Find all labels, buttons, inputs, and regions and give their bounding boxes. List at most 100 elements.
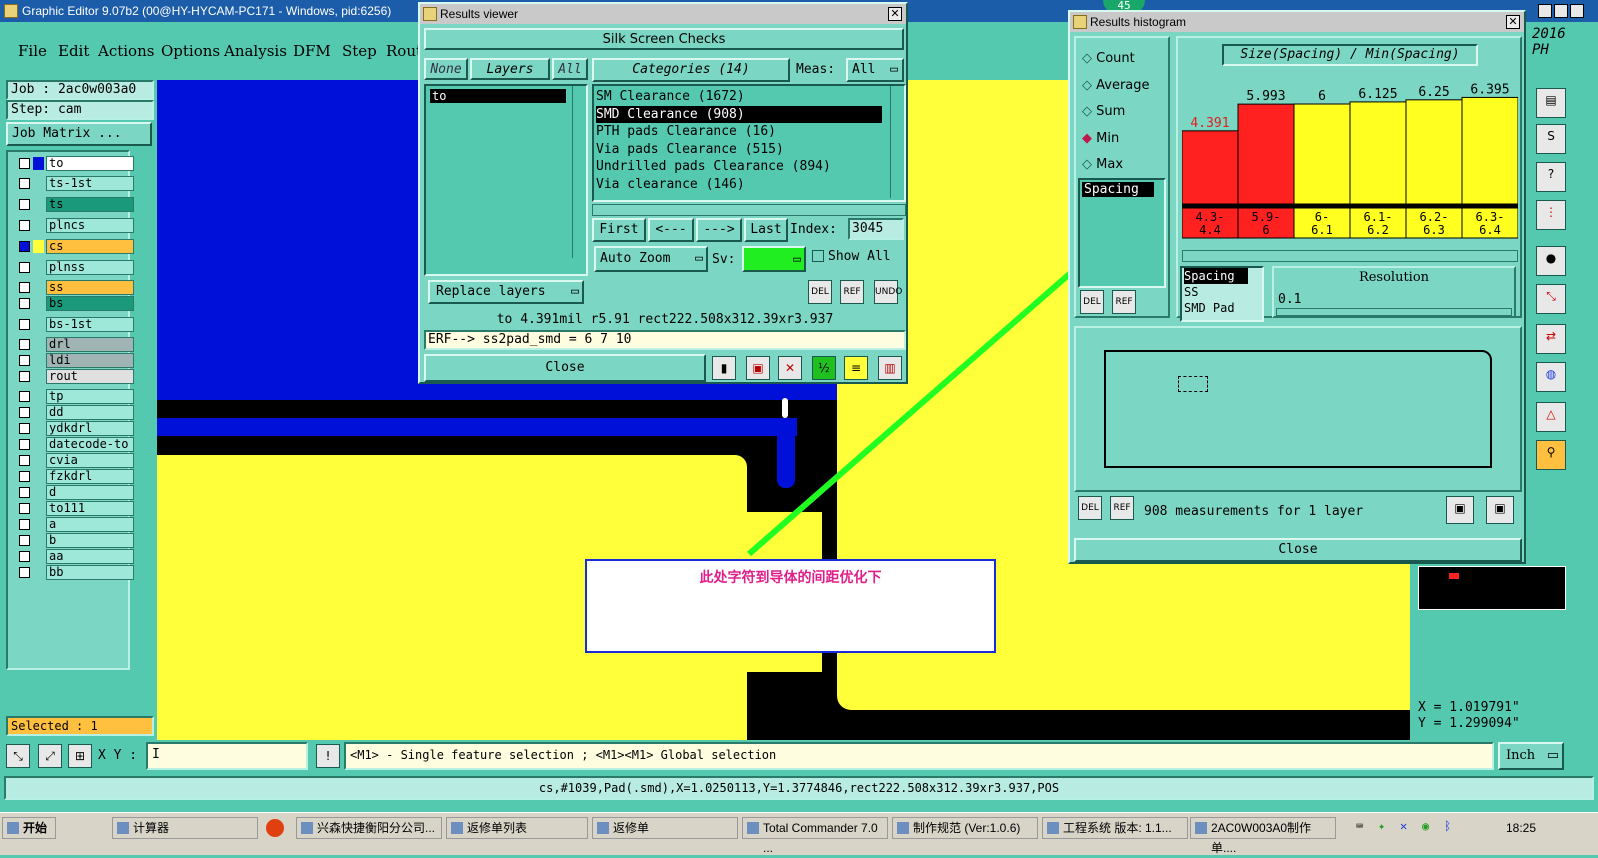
layer-item[interactable]: plncs bbox=[16, 218, 134, 233]
triangle-icon[interactable]: △ bbox=[1536, 402, 1566, 432]
list-item[interactable]: PTH pads Clearance (16) bbox=[596, 123, 882, 141]
del-icon[interactable]: DEL bbox=[1080, 290, 1104, 314]
menu-dfm[interactable]: DFM bbox=[293, 42, 331, 60]
list-item[interactable]: SS bbox=[1184, 284, 1262, 300]
snap-icon[interactable]: S bbox=[1536, 124, 1566, 154]
job-matrix-button[interactable]: Job Matrix ... bbox=[6, 122, 152, 146]
close-icon[interactable]: ✕ bbox=[1506, 15, 1520, 29]
list-item[interactable]: SM Clearance (1672) bbox=[596, 88, 882, 106]
del-icon[interactable]: DEL bbox=[808, 280, 832, 304]
layer-item[interactable]: plnss bbox=[16, 260, 134, 275]
list-item-selected[interactable]: Spacing bbox=[1184, 268, 1248, 284]
warning-icon[interactable]: ! bbox=[316, 744, 340, 768]
histogram-bar[interactable] bbox=[1461, 96, 1518, 205]
next-button[interactable]: ---> bbox=[696, 218, 742, 242]
layers-button[interactable]: Layers bbox=[470, 58, 550, 80]
prev-button[interactable]: <--- bbox=[648, 218, 694, 242]
close-button[interactable]: Close bbox=[424, 354, 706, 382]
horizontal-scrollbar[interactable] bbox=[592, 204, 906, 216]
list-item[interactable]: to bbox=[430, 89, 566, 103]
sv-color-dropdown[interactable]: ▭ bbox=[742, 246, 806, 272]
menu-actions[interactable]: Actions bbox=[98, 42, 154, 60]
mini-map[interactable] bbox=[1418, 566, 1566, 610]
taskbar-item[interactable]: Total Commander 7.0 ... bbox=[742, 817, 888, 855]
mode-option-sum[interactable]: ◇ Sum bbox=[1082, 99, 1150, 126]
layer-item[interactable]: datecode-to bbox=[16, 437, 134, 452]
layer-item[interactable]: to111 bbox=[16, 501, 134, 516]
chrome-icon[interactable] bbox=[266, 819, 284, 837]
layer-item[interactable]: to bbox=[16, 156, 134, 171]
auto-zoom-dropdown[interactable]: Auto Zoom ▭ bbox=[594, 246, 708, 272]
mode-option-average[interactable]: ◇ Average bbox=[1082, 73, 1150, 100]
index-input[interactable]: 3045 bbox=[848, 218, 904, 240]
layer-item[interactable]: d bbox=[16, 485, 134, 500]
layer-item[interactable]: ldi bbox=[16, 353, 134, 368]
type-list[interactable]: Spacing SS SMD Pad bbox=[1180, 266, 1264, 322]
taskbar-item[interactable]: 计算器 bbox=[112, 817, 258, 839]
ref-icon[interactable]: REF bbox=[1110, 496, 1134, 520]
histogram-bar[interactable] bbox=[1405, 99, 1463, 205]
histogram-bar[interactable] bbox=[1182, 130, 1239, 205]
taskbar-item[interactable]: 2AC0W003A0制作单.... bbox=[1190, 817, 1336, 855]
horizontal-scrollbar[interactable] bbox=[1182, 250, 1518, 262]
grid-toggle-icon[interactable]: ⊞ bbox=[68, 744, 92, 768]
flip-icon[interactable]: ⇄ bbox=[1536, 324, 1566, 354]
xy-input[interactable]: I bbox=[146, 742, 308, 770]
taskbar-item[interactable]: 返修单 bbox=[592, 817, 738, 839]
menu-step[interactable]: Step bbox=[342, 42, 377, 60]
histogram-icon[interactable]: ▥ bbox=[878, 356, 902, 380]
measure-icon[interactable]: ⤡ bbox=[1536, 284, 1566, 314]
histogram-bar[interactable] bbox=[1237, 103, 1295, 205]
layer-item[interactable]: tp bbox=[16, 389, 134, 404]
layer-item[interactable]: ts bbox=[16, 197, 134, 212]
layer-item[interactable]: dd bbox=[16, 405, 134, 420]
undo-icon[interactable]: UNDO bbox=[874, 280, 902, 304]
histogram-bar[interactable] bbox=[1349, 101, 1407, 205]
layer-item[interactable]: b bbox=[16, 533, 134, 548]
delete-cross-icon[interactable]: ✕ bbox=[778, 356, 802, 380]
list-item[interactable]: Via pads Clearance (515) bbox=[596, 141, 882, 159]
list-item[interactable]: SMD Pad bbox=[1184, 300, 1262, 316]
mode-option-count[interactable]: ◇ Count bbox=[1082, 46, 1150, 73]
spacing-list[interactable]: Spacing bbox=[1078, 178, 1166, 288]
replace-layers-dropdown[interactable]: Replace layers ▭ bbox=[428, 280, 584, 304]
menu-file[interactable]: File bbox=[18, 42, 47, 60]
scrollbar[interactable] bbox=[572, 86, 584, 258]
layer-result-list[interactable]: to bbox=[424, 84, 588, 276]
taskbar-item[interactable]: 返修单列表 bbox=[446, 817, 588, 839]
menu-options[interactable]: Options bbox=[161, 42, 220, 60]
close-icon[interactable]: ✕ bbox=[888, 7, 902, 21]
categories-button[interactable]: Categories (14) bbox=[592, 58, 790, 82]
layer-item[interactable]: a bbox=[16, 517, 134, 532]
number-icon[interactable]: ½ bbox=[812, 356, 836, 380]
route-icon[interactable]: ⚲ bbox=[1536, 440, 1566, 470]
histogram-chart[interactable]: 4.3914.3-4.45.9935.9-666-6.16.1256.1-6.2… bbox=[1182, 74, 1518, 274]
list-item[interactable]: Undrilled pads Clearance (894) bbox=[596, 158, 882, 176]
menu-edit[interactable]: Edit bbox=[58, 42, 89, 60]
layer-item[interactable]: drl bbox=[16, 337, 134, 352]
first-button[interactable]: First bbox=[592, 218, 646, 242]
export-icon[interactable]: ▣ bbox=[1486, 496, 1514, 524]
category-list[interactable]: SM Clearance (1672) SMD Clearance (908) … bbox=[592, 84, 906, 202]
layer-item[interactable]: bs-1st bbox=[16, 317, 134, 332]
meas-dropdown[interactable]: All ▭ bbox=[846, 58, 904, 82]
panel-icon[interactable]: ▣ bbox=[746, 356, 770, 380]
layer-item[interactable]: bb bbox=[16, 565, 134, 580]
taskbar-item[interactable]: 兴森快捷衡阳分公司... bbox=[296, 817, 442, 839]
menu-rout[interactable]: Rout bbox=[386, 42, 422, 60]
zoom-to-icon[interactable]: ▣ bbox=[1446, 496, 1474, 524]
zoom-fit-icon[interactable]: ⤡ bbox=[6, 744, 30, 768]
layer-item[interactable]: aa bbox=[16, 549, 134, 564]
layer-item[interactable]: cvia bbox=[16, 453, 134, 468]
network-icon[interactable]: ✦ bbox=[1378, 819, 1385, 833]
layer-item[interactable]: ts-1st bbox=[16, 176, 134, 191]
close-icon[interactable] bbox=[1570, 4, 1584, 18]
shapes-icon[interactable]: ◍ bbox=[1536, 362, 1566, 392]
grid-icon[interactable]: ▤ bbox=[1536, 88, 1566, 118]
security-icon[interactable]: ✕ bbox=[1400, 819, 1407, 833]
show-all-checkbox[interactable] bbox=[812, 250, 824, 262]
layer-item[interactable]: ss bbox=[16, 280, 134, 295]
all-button[interactable]: All bbox=[552, 58, 588, 80]
layer-item[interactable]: rout bbox=[16, 369, 134, 384]
layer-item[interactable]: cs bbox=[16, 239, 134, 254]
